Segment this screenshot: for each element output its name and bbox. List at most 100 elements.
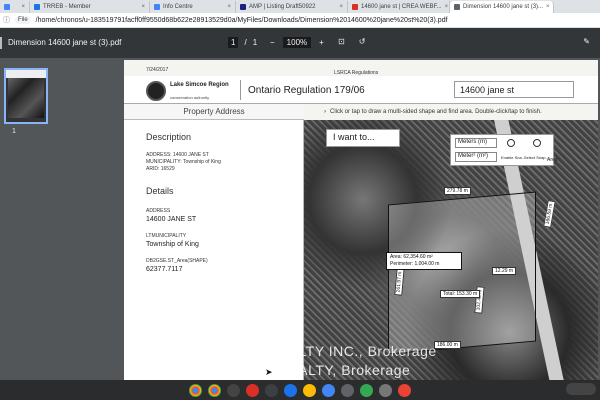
address-value: 14600 JANE ST — [146, 216, 197, 223]
app-icon[interactable] — [398, 383, 411, 397]
page-separator: / — [244, 38, 247, 47]
zoom-out-button[interactable]: − — [270, 38, 275, 47]
tab-info-centre[interactable]: Info Centre × — [150, 1, 236, 13]
tab-amp[interactable]: AMP | Listing Draft50922 × — [236, 1, 348, 13]
info-icon[interactable]: ⓘ — [3, 15, 10, 25]
fit-page-icon[interactable]: ⊡ — [338, 37, 345, 46]
view-tools: ⊡ ↺ — [338, 37, 365, 46]
lsrca-logo-icon — [146, 81, 166, 101]
tab-title: AMP | Listing Draft50922 — [249, 4, 316, 10]
pdf-viewer[interactable]: 7/24/2017 LSRCA Regulations Lake Simcoe … — [78, 58, 600, 380]
description-heading: Description — [146, 132, 192, 142]
close-icon[interactable]: × — [339, 4, 343, 10]
desc-line: ADDRESS: 14600 JANE ST — [146, 152, 209, 158]
close-icon[interactable]: × — [546, 4, 550, 10]
zoom-level[interactable]: 100% — [282, 37, 312, 48]
page-indicator: 1 / 1 — [228, 37, 257, 48]
app-icon[interactable] — [246, 383, 259, 397]
app-icon[interactable] — [341, 383, 354, 397]
area-label: DB2GSE.ST_Area(SHAPE) — [146, 258, 208, 264]
thumbnail-sidebar: 1 — [0, 58, 78, 380]
draw-hint: › Click or tap to draw a multi-sided sha… — [324, 109, 542, 115]
tab-title: 14600 jane st | CREA WEBF... — [361, 4, 442, 10]
perimeter-result: Perimeter: 1,004.00 m — [390, 261, 440, 267]
doc-date: 7/24/2017 — [146, 67, 169, 73]
arrow-icon: › — [324, 109, 326, 115]
enable-snap-label: Enable Sna... — [501, 155, 526, 160]
zoom-controls: − 100% + — [270, 37, 324, 48]
desc-line: ARID: 16529 — [146, 166, 175, 172]
length-unit-select: Meters (m) — [455, 138, 497, 148]
close-icon[interactable]: × — [445, 4, 449, 10]
app-icon[interactable] — [379, 383, 392, 397]
snap-icon — [507, 139, 515, 147]
tab-favicon — [240, 4, 246, 10]
address-label: ADDRESS — [146, 208, 171, 214]
dimension-right2: 12.29 m — [492, 267, 517, 275]
municipality-label: LTMUNICIPALITY — [146, 233, 187, 239]
page-thumbnail[interactable] — [4, 68, 48, 124]
address-bar[interactable]: ⓘ File /home/chronos/u-183519791facff0ff… — [0, 13, 600, 28]
menu-icon[interactable] — [0, 37, 6, 49]
tab-strip: × TRREB - Member × Info Centre × AMP | L… — [0, 0, 600, 13]
thumbnail-header — [6, 70, 46, 78]
status-tray[interactable] — [566, 383, 596, 395]
mouse-cursor-icon: ➤ — [265, 367, 273, 377]
app-icon[interactable] — [322, 383, 335, 397]
launcher-icon[interactable] — [227, 383, 240, 397]
url-text[interactable]: /home/chronos/u-183519791facff0ff9550d68… — [36, 17, 448, 24]
pdf-page: 7/24/2017 LSRCA Regulations Lake Simcoe … — [124, 60, 598, 380]
tab-title: Dimension 14600 jane st (3)... — [463, 4, 544, 10]
close-icon[interactable]: × — [227, 4, 231, 10]
watermark-line2: RIGHT AT HOME REALTY, Brokerage — [158, 362, 411, 378]
file-chip: File — [15, 16, 31, 24]
chrome-icon[interactable] — [208, 383, 221, 397]
tab-title: Info Centre — [163, 4, 193, 10]
doc-header: Lake Simcoe Region conservation authorit… — [124, 76, 598, 104]
header-divider — [240, 80, 241, 100]
app-icon[interactable] — [360, 383, 373, 397]
tab-title: TRREB - Member — [43, 4, 91, 10]
area-result: Area: 62,354.60 m² — [390, 254, 433, 260]
tab-trreb[interactable]: TRREB - Member × — [30, 1, 150, 13]
close-icon[interactable]: × — [141, 4, 145, 10]
rotate-icon[interactable]: ↺ — [359, 37, 366, 46]
area-result-box: Area: 62,354.60 m² Perimeter: 1,004.00 m — [386, 252, 462, 270]
thumbnail-page-number: 1 — [12, 128, 16, 135]
app-icon[interactable] — [284, 383, 297, 397]
tab-crea[interactable]: 14600 jane st | CREA WEBF... × — [348, 1, 450, 13]
pdf-filename: Dimension 14600 jane st (3).pdf — [8, 38, 122, 47]
thumbnail-image — [8, 78, 44, 118]
close-icon[interactable]: × — [21, 4, 25, 10]
pdf-toolbar: Dimension 14600 jane st (3).pdf 1 / 1 − … — [0, 28, 600, 58]
chrome-icon[interactable] — [189, 383, 202, 397]
os-shelf — [0, 380, 600, 400]
tab-favicon — [454, 4, 460, 10]
org-name: Lake Simcoe Region — [170, 82, 229, 88]
zoom-in-button[interactable]: + — [319, 38, 324, 47]
select-snap-icon — [533, 139, 541, 147]
page-total: 1 — [252, 38, 258, 47]
i-want-to-menu: I want to... — [326, 129, 400, 147]
draw-hint-text: Click or tap to draw a multi-sided shape… — [330, 109, 542, 115]
desc-line: MUNICIPALITY: Township of King — [146, 159, 221, 165]
area-button-label: Area — [547, 157, 558, 163]
watermark-line1: HOME CHOICE REALTY INC., Brokerage — [158, 343, 437, 359]
select-snap-label: Select Snap... — [524, 155, 549, 160]
app-icon[interactable] — [265, 383, 278, 397]
dimension-top: 279.78 m — [444, 187, 471, 195]
files-icon[interactable] — [303, 383, 316, 397]
tab-favicon — [154, 4, 160, 10]
area-value: 62377.7117 — [146, 266, 183, 273]
municipality-value: Township of King — [146, 241, 199, 248]
dimension-bottom: 186.00 m — [434, 341, 461, 349]
tab-dimension-pdf[interactable]: Dimension 14600 jane st (3)... × — [450, 1, 554, 13]
info-panel: Description ADDRESS: 14600 JANE ST MUNIC… — [124, 120, 304, 380]
annotate-pen-icon[interactable]: ✎ — [583, 37, 590, 46]
tab-favicon — [34, 4, 40, 10]
tab-favicon — [352, 4, 358, 10]
page-current-input[interactable]: 1 — [228, 37, 239, 48]
measure-panel: Meters (m) Meter² (m²) Enable Sna... Sel… — [450, 134, 558, 166]
tab-0[interactable]: × — [0, 1, 30, 13]
area-unit-select: Meter² (m²) — [455, 152, 497, 162]
